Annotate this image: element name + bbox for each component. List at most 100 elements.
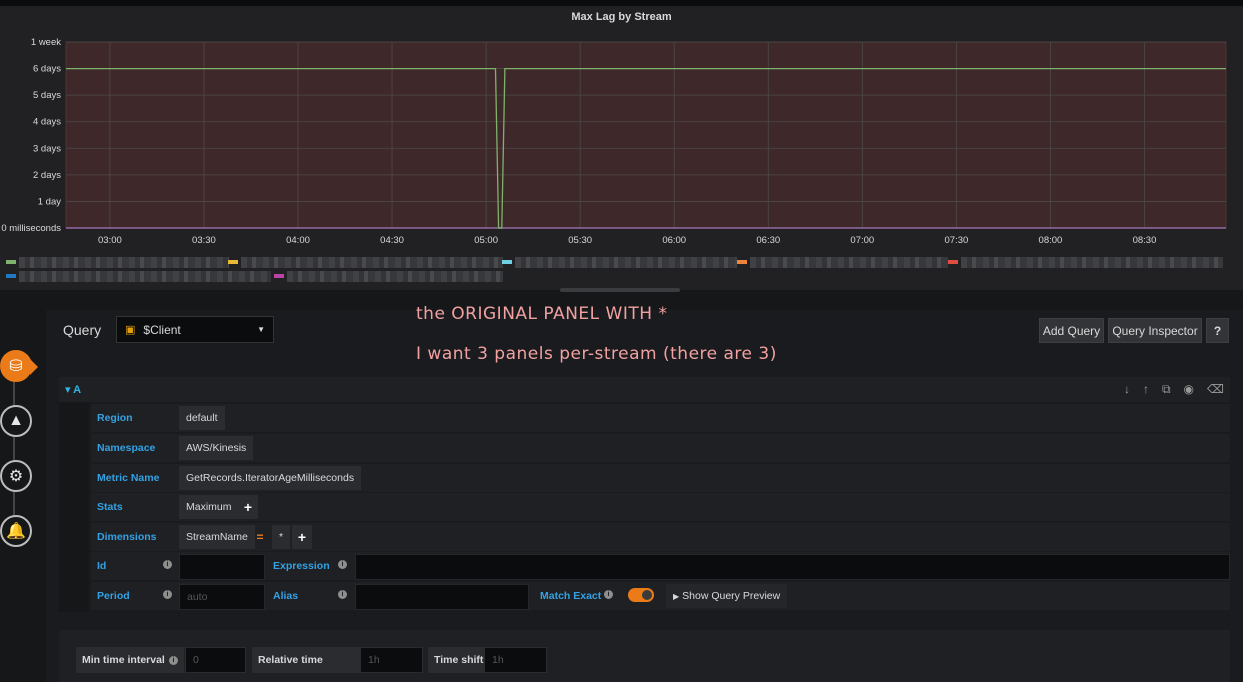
x-tick-label: 08:30 [1133, 235, 1157, 246]
legend [0, 254, 1243, 284]
stats-select[interactable]: Maximum [179, 495, 239, 519]
legend-item[interactable] [6, 256, 229, 268]
threshold-band [66, 42, 1226, 228]
match-exact-toggle[interactable] [628, 588, 654, 602]
gear-icon[interactable]: ⚙ [0, 460, 32, 492]
move-up-icon[interactable]: ↑ [1143, 382, 1149, 397]
legend-label-redacted [515, 256, 737, 268]
region-row: Region default [91, 404, 1230, 432]
query-options: Min time interval i 0 Relative time 1h T… [59, 630, 1230, 682]
y-tick-label: 1 day [38, 196, 61, 207]
y-tick-label: 2 days [33, 170, 61, 181]
namespace-select[interactable]: AWS/Kinesis [179, 436, 254, 460]
legend-item[interactable] [6, 270, 271, 282]
alias-input[interactable] [355, 584, 529, 610]
trash-icon[interactable]: ⌫ [1207, 382, 1224, 397]
x-tick-label: 04:30 [380, 235, 404, 246]
alias-info-icon[interactable]: i [338, 590, 347, 599]
legend-label-redacted [750, 256, 948, 268]
match-exact-info-icon[interactable]: i [604, 590, 613, 599]
annotation-line-2: I want 3 panels per-stream (there are 3) [416, 344, 777, 364]
legend-label-redacted [287, 270, 503, 282]
legend-item[interactable] [737, 256, 948, 268]
x-tick-label: 07:00 [850, 235, 874, 246]
legend-label-redacted [19, 270, 271, 282]
dimension-operator[interactable]: = [251, 525, 269, 549]
time-shift-label: Time shift [428, 647, 484, 673]
bell-icon[interactable]: 🔔 [0, 515, 32, 547]
legend-swatch [502, 260, 512, 264]
x-tick-label: 03:30 [192, 235, 216, 246]
region-label: Region [97, 412, 133, 424]
legend-item[interactable] [228, 256, 503, 268]
show-query-preview-button[interactable]: ▶ Show Query Preview [666, 584, 788, 608]
legend-label-redacted [241, 256, 503, 268]
annotation-line-1: the ORIGINAL PANEL WITH * [416, 304, 668, 324]
database-icon[interactable]: ⛁ [0, 350, 32, 382]
id-input[interactable] [179, 554, 265, 580]
collapse-caret-icon: ▾ [65, 384, 74, 396]
x-tick-label: 05:30 [568, 235, 592, 246]
y-tick-label: 3 days [33, 143, 61, 154]
active-arrow-icon [30, 359, 38, 375]
y-tick-label: 4 days [33, 117, 61, 128]
period-alias-row: Period i auto Alias i Match Exact i ▶ Sho… [91, 582, 1230, 610]
cloudwatch-icon: ▣ [125, 324, 136, 336]
datasource-select[interactable]: ▣ $Client ▼ [116, 316, 274, 343]
query-gutter [59, 402, 89, 612]
duplicate-icon[interactable]: ⧉ [1162, 382, 1171, 397]
metric-select[interactable]: GetRecords.IteratorAgeMilliseconds [179, 466, 362, 490]
legend-item[interactable] [948, 256, 1223, 268]
legend-swatch [228, 260, 238, 264]
metric-row: Metric Name GetRecords.IteratorAgeMillis… [91, 464, 1230, 492]
caret-right-icon: ▶ [673, 591, 680, 601]
move-down-icon[interactable]: ↓ [1124, 382, 1130, 397]
expression-input[interactable] [355, 554, 1230, 580]
editor-rail-line [13, 360, 15, 540]
min-interval-info-icon[interactable]: i [169, 656, 178, 665]
help-button[interactable]: ? [1206, 318, 1229, 343]
legend-label-redacted [961, 256, 1223, 268]
y-tick-label: 1 week [31, 37, 61, 48]
id-info-icon[interactable]: i [163, 560, 172, 569]
id-expression-row: Id i Expression i [91, 552, 1230, 580]
dimensions-row: Dimensions StreamName = * + [91, 523, 1230, 551]
legend-item[interactable] [502, 256, 737, 268]
visualization-icon[interactable]: ▲ [0, 405, 32, 437]
period-info-icon[interactable]: i [163, 590, 172, 599]
time-shift-input[interactable]: 1h [484, 647, 547, 673]
legend-item[interactable] [274, 270, 503, 282]
chevron-down-icon: ▼ [257, 325, 265, 334]
min-interval-input[interactable]: 0 [185, 647, 246, 673]
x-tick-label: 06:30 [756, 235, 780, 246]
add-query-button[interactable]: Add Query [1039, 318, 1104, 343]
x-tick-label: 08:00 [1039, 235, 1063, 246]
query-inspector-button[interactable]: Query Inspector [1108, 318, 1202, 343]
period-input[interactable]: auto [179, 584, 265, 610]
legend-swatch [6, 260, 16, 264]
query-ref-label: A [73, 384, 82, 396]
dimension-key[interactable]: StreamName [179, 525, 255, 549]
expression-info-icon[interactable]: i [338, 560, 347, 569]
x-tick-label: 07:30 [944, 235, 968, 246]
region-select[interactable]: default [179, 406, 225, 430]
add-stat-button[interactable]: + [238, 495, 258, 519]
min-interval-label: Min time interval [76, 647, 184, 673]
namespace-label: Namespace [97, 442, 156, 454]
eye-icon[interactable]: ◉ [1184, 382, 1194, 397]
query-ref-id[interactable]: ▾ A [65, 383, 81, 396]
legend-label-redacted [19, 256, 229, 268]
legend-swatch [737, 260, 747, 264]
query-row-header[interactable]: ▾ A ↓ ↑ ⧉ ◉ ⌫ [59, 377, 1230, 402]
query-label: Query [63, 322, 102, 338]
dimensions-label: Dimensions [97, 531, 157, 543]
legend-swatch [6, 274, 16, 278]
y-tick-label: 6 days [33, 64, 61, 75]
y-tick-label: 5 days [33, 90, 61, 101]
stats-row: Stats Maximum + [91, 493, 1230, 521]
y-tick-label: 0 milliseconds [1, 223, 61, 234]
add-dimension-button[interactable]: + [292, 525, 312, 549]
relative-time-input[interactable]: 1h [360, 647, 423, 673]
dimension-value[interactable]: * [272, 525, 291, 549]
x-tick-label: 03:00 [98, 235, 122, 246]
